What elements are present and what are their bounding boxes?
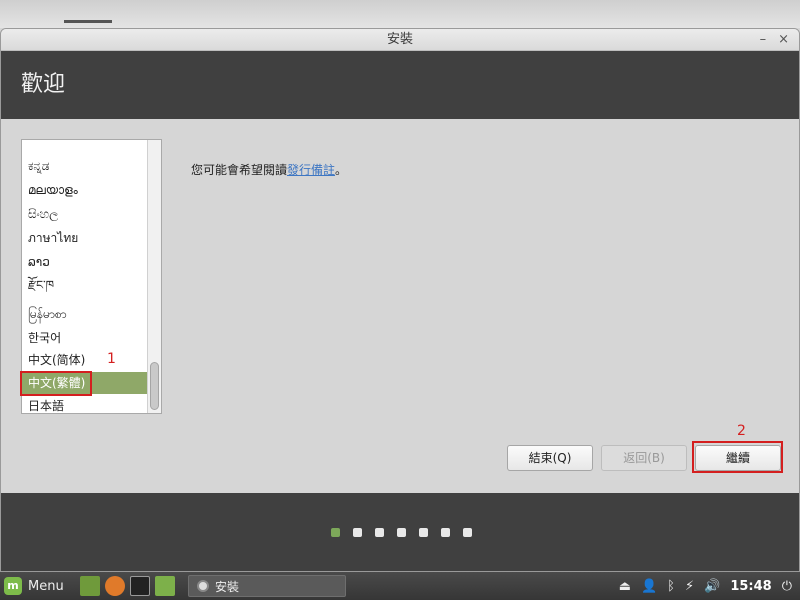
window-title: 安裝	[386, 32, 413, 47]
language-item[interactable]: 中文(繁體)	[22, 372, 147, 394]
clock[interactable]: 15:48	[730, 579, 771, 594]
language-item[interactable]: සිංහල	[22, 203, 147, 225]
progress-dot	[375, 528, 384, 537]
bluetooth-icon[interactable]: ᛒ	[667, 579, 675, 594]
language-item[interactable]: മലയാളം	[22, 179, 147, 201]
progress-dot	[353, 528, 362, 537]
removable-drive-icon[interactable]: ⏏	[619, 579, 631, 594]
release-notes-text: 您可能會希望閱讀發行備註。	[191, 161, 347, 178]
progress-dots	[331, 528, 472, 537]
show-desktop-icon[interactable]	[80, 576, 100, 596]
desktop-background	[0, 0, 800, 28]
network-icon[interactable]: ⚡	[685, 579, 694, 594]
window-controls: – ×	[760, 29, 789, 51]
volume-icon[interactable]: 🔊	[704, 579, 720, 594]
page-header: 歡迎	[1, 51, 799, 119]
quick-launchers	[80, 576, 175, 596]
language-item[interactable]: ລາວ	[22, 251, 147, 273]
user-icon[interactable]: 👤	[641, 579, 657, 594]
power-icon[interactable]: ⏻	[782, 579, 792, 594]
mint-logo-icon: m	[4, 577, 22, 595]
language-item[interactable]: ಕನ್ನಡ	[22, 155, 147, 177]
language-item[interactable]: 한국어	[22, 327, 147, 349]
progress-dot	[463, 528, 472, 537]
title-bar[interactable]: 安裝 – ×	[1, 29, 799, 51]
release-notes-suffix: 。	[335, 163, 348, 177]
page-title: 歡迎	[21, 72, 66, 97]
menu-button[interactable]: m Menu	[4, 572, 64, 600]
annotation-number-2: 2	[737, 423, 746, 439]
quit-button[interactable]: 結束(Q)	[507, 445, 593, 471]
installer-window: 安裝 – × 歡迎 日本語 中文(繁體) 中文(简体) 한국어 မြန်မာစာ རྫོང…	[0, 28, 800, 572]
language-list[interactable]: 日本語 中文(繁體) 中文(简体) 한국어 မြန်မာစာ རྫོང་ཁ ລາວ ภาษาไ…	[21, 139, 162, 414]
progress-dot	[331, 528, 340, 537]
main-content: 日本語 中文(繁體) 中文(简体) 한국어 မြန်မာစာ རྫོང་ཁ ລາວ ภาษาไ…	[1, 119, 799, 493]
files-icon[interactable]	[155, 576, 175, 596]
terminal-icon[interactable]	[130, 576, 150, 596]
progress-footer	[1, 493, 799, 571]
language-item[interactable]: རྫོང་ཁ	[22, 274, 147, 296]
scrollbar-thumb[interactable]	[150, 362, 159, 410]
system-tray: ⏏ 👤 ᛒ ⚡ 🔊 15:48 ⏻	[619, 572, 792, 600]
progress-dot	[397, 528, 406, 537]
minimize-button[interactable]: –	[760, 29, 767, 51]
task-title: 安裝	[215, 579, 240, 594]
close-button[interactable]: ×	[778, 29, 789, 51]
annotation-number-1: 1	[107, 351, 116, 367]
progress-dot	[419, 528, 428, 537]
progress-dot	[441, 528, 450, 537]
firefox-icon[interactable]	[105, 576, 125, 596]
language-list-scrollbar[interactable]	[147, 140, 161, 413]
language-item[interactable]: ภาษาไทย	[22, 227, 147, 249]
back-button[interactable]: 返回(B)	[601, 445, 687, 471]
installer-disc-icon	[197, 580, 209, 592]
taskbar-window-installer[interactable]: 安裝	[188, 575, 346, 597]
language-item[interactable]: 日本語	[22, 395, 147, 413]
release-notes-prefix: 您可能會希望閱讀	[191, 163, 288, 177]
taskbar: m Menu 安裝 ⏏ 👤 ᛒ ⚡ 🔊 15:48 ⏻	[0, 572, 800, 600]
language-item[interactable]: မြန်မာစာ	[22, 303, 147, 325]
continue-button[interactable]: 繼續	[695, 445, 781, 471]
language-item[interactable]: 中文(简体)	[22, 349, 147, 371]
desktop-edge-hint	[64, 20, 112, 23]
release-notes-link[interactable]: 發行備註	[287, 163, 335, 177]
menu-label: Menu	[28, 578, 64, 594]
